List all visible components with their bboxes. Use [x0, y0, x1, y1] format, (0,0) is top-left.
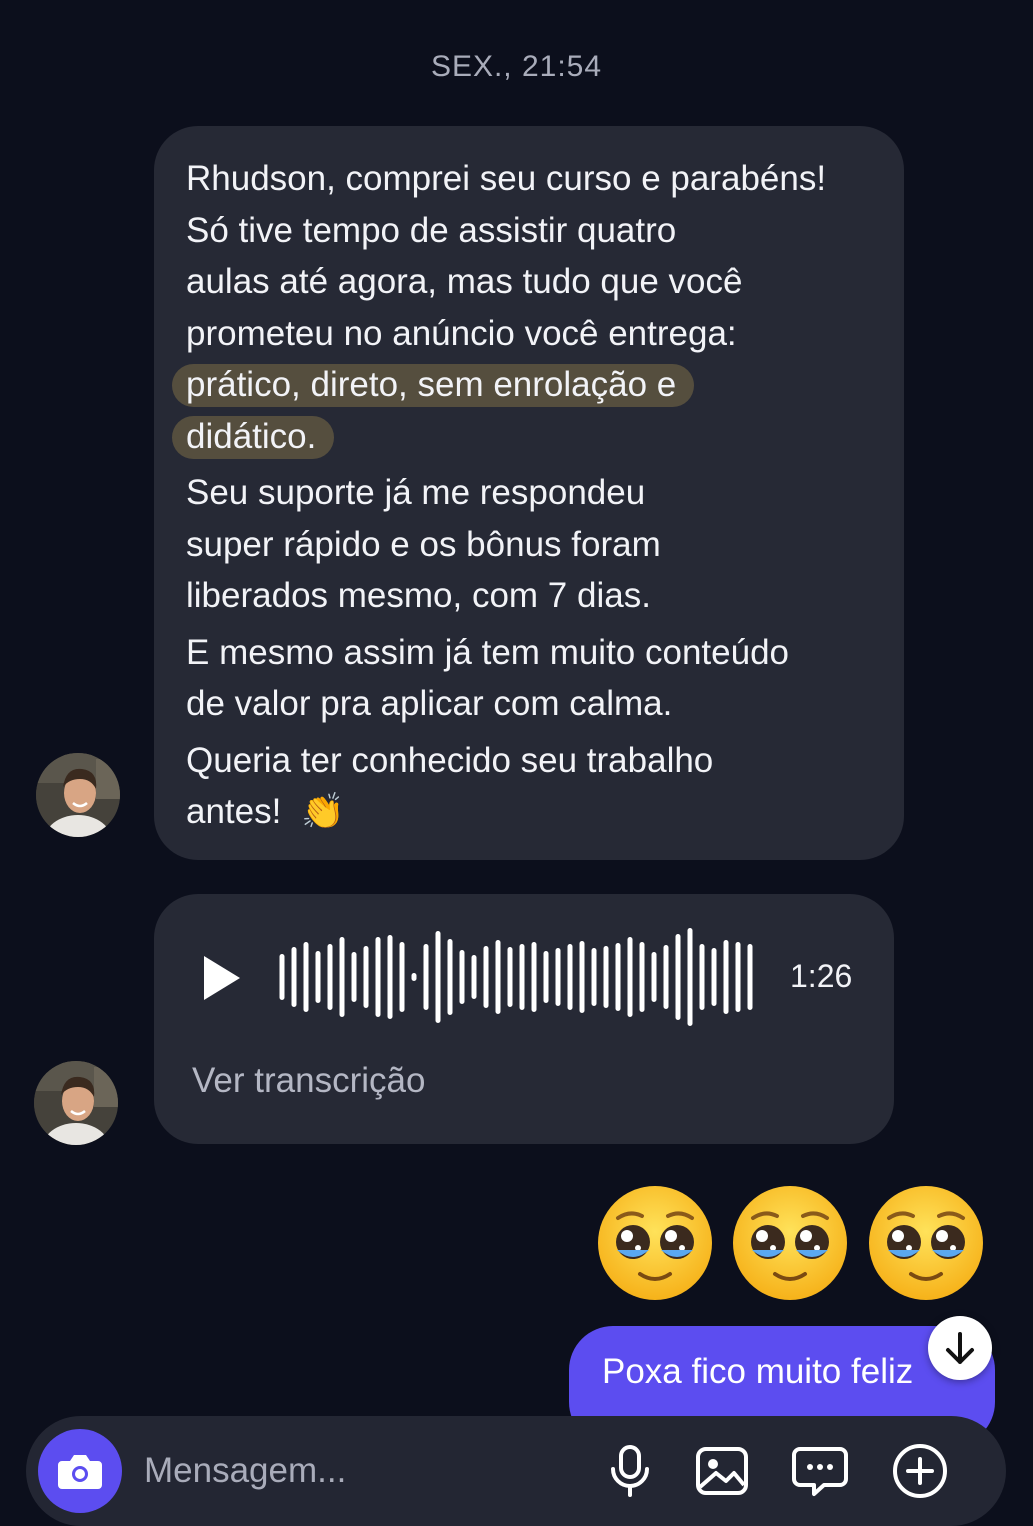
waveform-bar [495, 940, 501, 1014]
audio-message-bubble[interactable]: 1:26 Ver transcrição [154, 894, 894, 1144]
sent-emoji-message[interactable] [596, 1184, 996, 1304]
waveform-bar [663, 945, 669, 1009]
waveform-bar [603, 946, 609, 1008]
waveform-bar [747, 944, 753, 1010]
waveform-bar [423, 944, 429, 1010]
waveform-bar [579, 941, 585, 1013]
message-line: aulas até agora, mas tudo que você [186, 262, 743, 301]
waveform-bar [327, 944, 333, 1010]
scroll-to-bottom-button[interactable] [928, 1316, 992, 1380]
waveform-bar [591, 948, 597, 1006]
message-line: Queria ter conhecido seu trabalho [186, 740, 714, 780]
waveform-bar [675, 934, 681, 1020]
sticker-button[interactable] [790, 1441, 850, 1501]
waveform-bar [375, 937, 381, 1017]
waveform-bar [459, 950, 465, 1004]
waveform-bar [291, 947, 297, 1007]
audio-waveform[interactable] [276, 924, 756, 1030]
waveform-bar [687, 928, 693, 1026]
waveform-bar [711, 948, 717, 1006]
message-input[interactable] [144, 1442, 584, 1500]
waveform-bar [411, 973, 417, 981]
waveform-bar [699, 944, 705, 1010]
view-transcript-link[interactable]: Ver transcrição [192, 1061, 425, 1101]
message-line: Só tive tempo de assistir quatro [186, 210, 677, 250]
message-line: liberados mesmo, com 7 dias. [186, 576, 651, 615]
conversation-timestamp: SEX., 21:54 [430, 50, 603, 83]
arrow-down-icon [946, 1332, 974, 1364]
waveform-bar [399, 942, 405, 1012]
waveform-bar [639, 942, 645, 1012]
waveform-bar [351, 952, 357, 1002]
pleading-face-emoji [733, 1186, 847, 1300]
waveform-bar [387, 935, 393, 1019]
waveform-bar [435, 931, 441, 1023]
waveform-bar [303, 942, 309, 1012]
clapping-hands-emoji: 👏 [301, 792, 345, 831]
sent-message-text: Poxa fico muito feliz [602, 1352, 914, 1391]
waveform-bar [339, 937, 345, 1017]
gallery-button[interactable] [692, 1441, 752, 1501]
message-line-text: antes! [186, 792, 282, 831]
waveform-bar [363, 946, 369, 1008]
message-line: prometeu no anúncio você entrega: [186, 313, 737, 353]
message-line: super rápido e os bônus foram [186, 524, 661, 564]
waveform-bar [651, 952, 657, 1002]
plus-circle-icon [893, 1444, 947, 1498]
sender-avatar[interactable] [36, 753, 120, 837]
waveform-bar [471, 955, 477, 999]
pleading-face-emoji [869, 1186, 983, 1300]
waveform-bar [315, 951, 321, 1003]
camera-icon [58, 1455, 102, 1489]
waveform-bar [543, 951, 549, 1003]
waveform-bar [615, 943, 621, 1011]
play-icon[interactable] [198, 952, 246, 1004]
message-composer [26, 1416, 1006, 1526]
waveform-bar [483, 946, 489, 1008]
message-line: E mesmo assim já tem muito conteúdo [186, 632, 790, 672]
waveform-bar [531, 942, 537, 1012]
waveform-bar [735, 942, 741, 1012]
camera-button[interactable] [38, 1429, 122, 1513]
message-line: de valor pra aplicar com calma. [186, 684, 673, 723]
more-options-button[interactable] [890, 1441, 950, 1501]
pleading-face-emoji [598, 1186, 712, 1300]
waveform-bar [519, 944, 525, 1010]
image-icon [696, 1447, 748, 1495]
message-line: Rhudson, comprei seu curso e parabéns! [186, 159, 827, 198]
waveform-bar [447, 939, 453, 1015]
microphone-button[interactable] [600, 1441, 660, 1501]
highlighted-text: prático, direto, sem enrolação e [172, 364, 695, 407]
sender-avatar[interactable] [34, 1061, 118, 1145]
message-line-highlighted: didático. [172, 411, 884, 463]
waveform-bar [723, 940, 729, 1014]
received-message-bubble[interactable]: Rhudson, comprei seu curso e parabéns! S… [154, 126, 904, 860]
waveform-bar [567, 944, 573, 1010]
waveform-bar [627, 937, 633, 1017]
waveform-bar [279, 954, 285, 1000]
audio-duration: 1:26 [790, 958, 853, 994]
highlighted-text: didático. [172, 415, 335, 459]
waveform-bar [507, 947, 513, 1007]
message-line: Seu suporte já me respondeu [186, 473, 646, 512]
waveform-bar [555, 948, 561, 1006]
microphone-icon [611, 1445, 649, 1497]
message-line-highlighted: prático, direto, sem enrolação e [172, 359, 884, 411]
chat-bubble-icon [792, 1447, 848, 1496]
message-line: antes! 👏 [186, 786, 884, 838]
